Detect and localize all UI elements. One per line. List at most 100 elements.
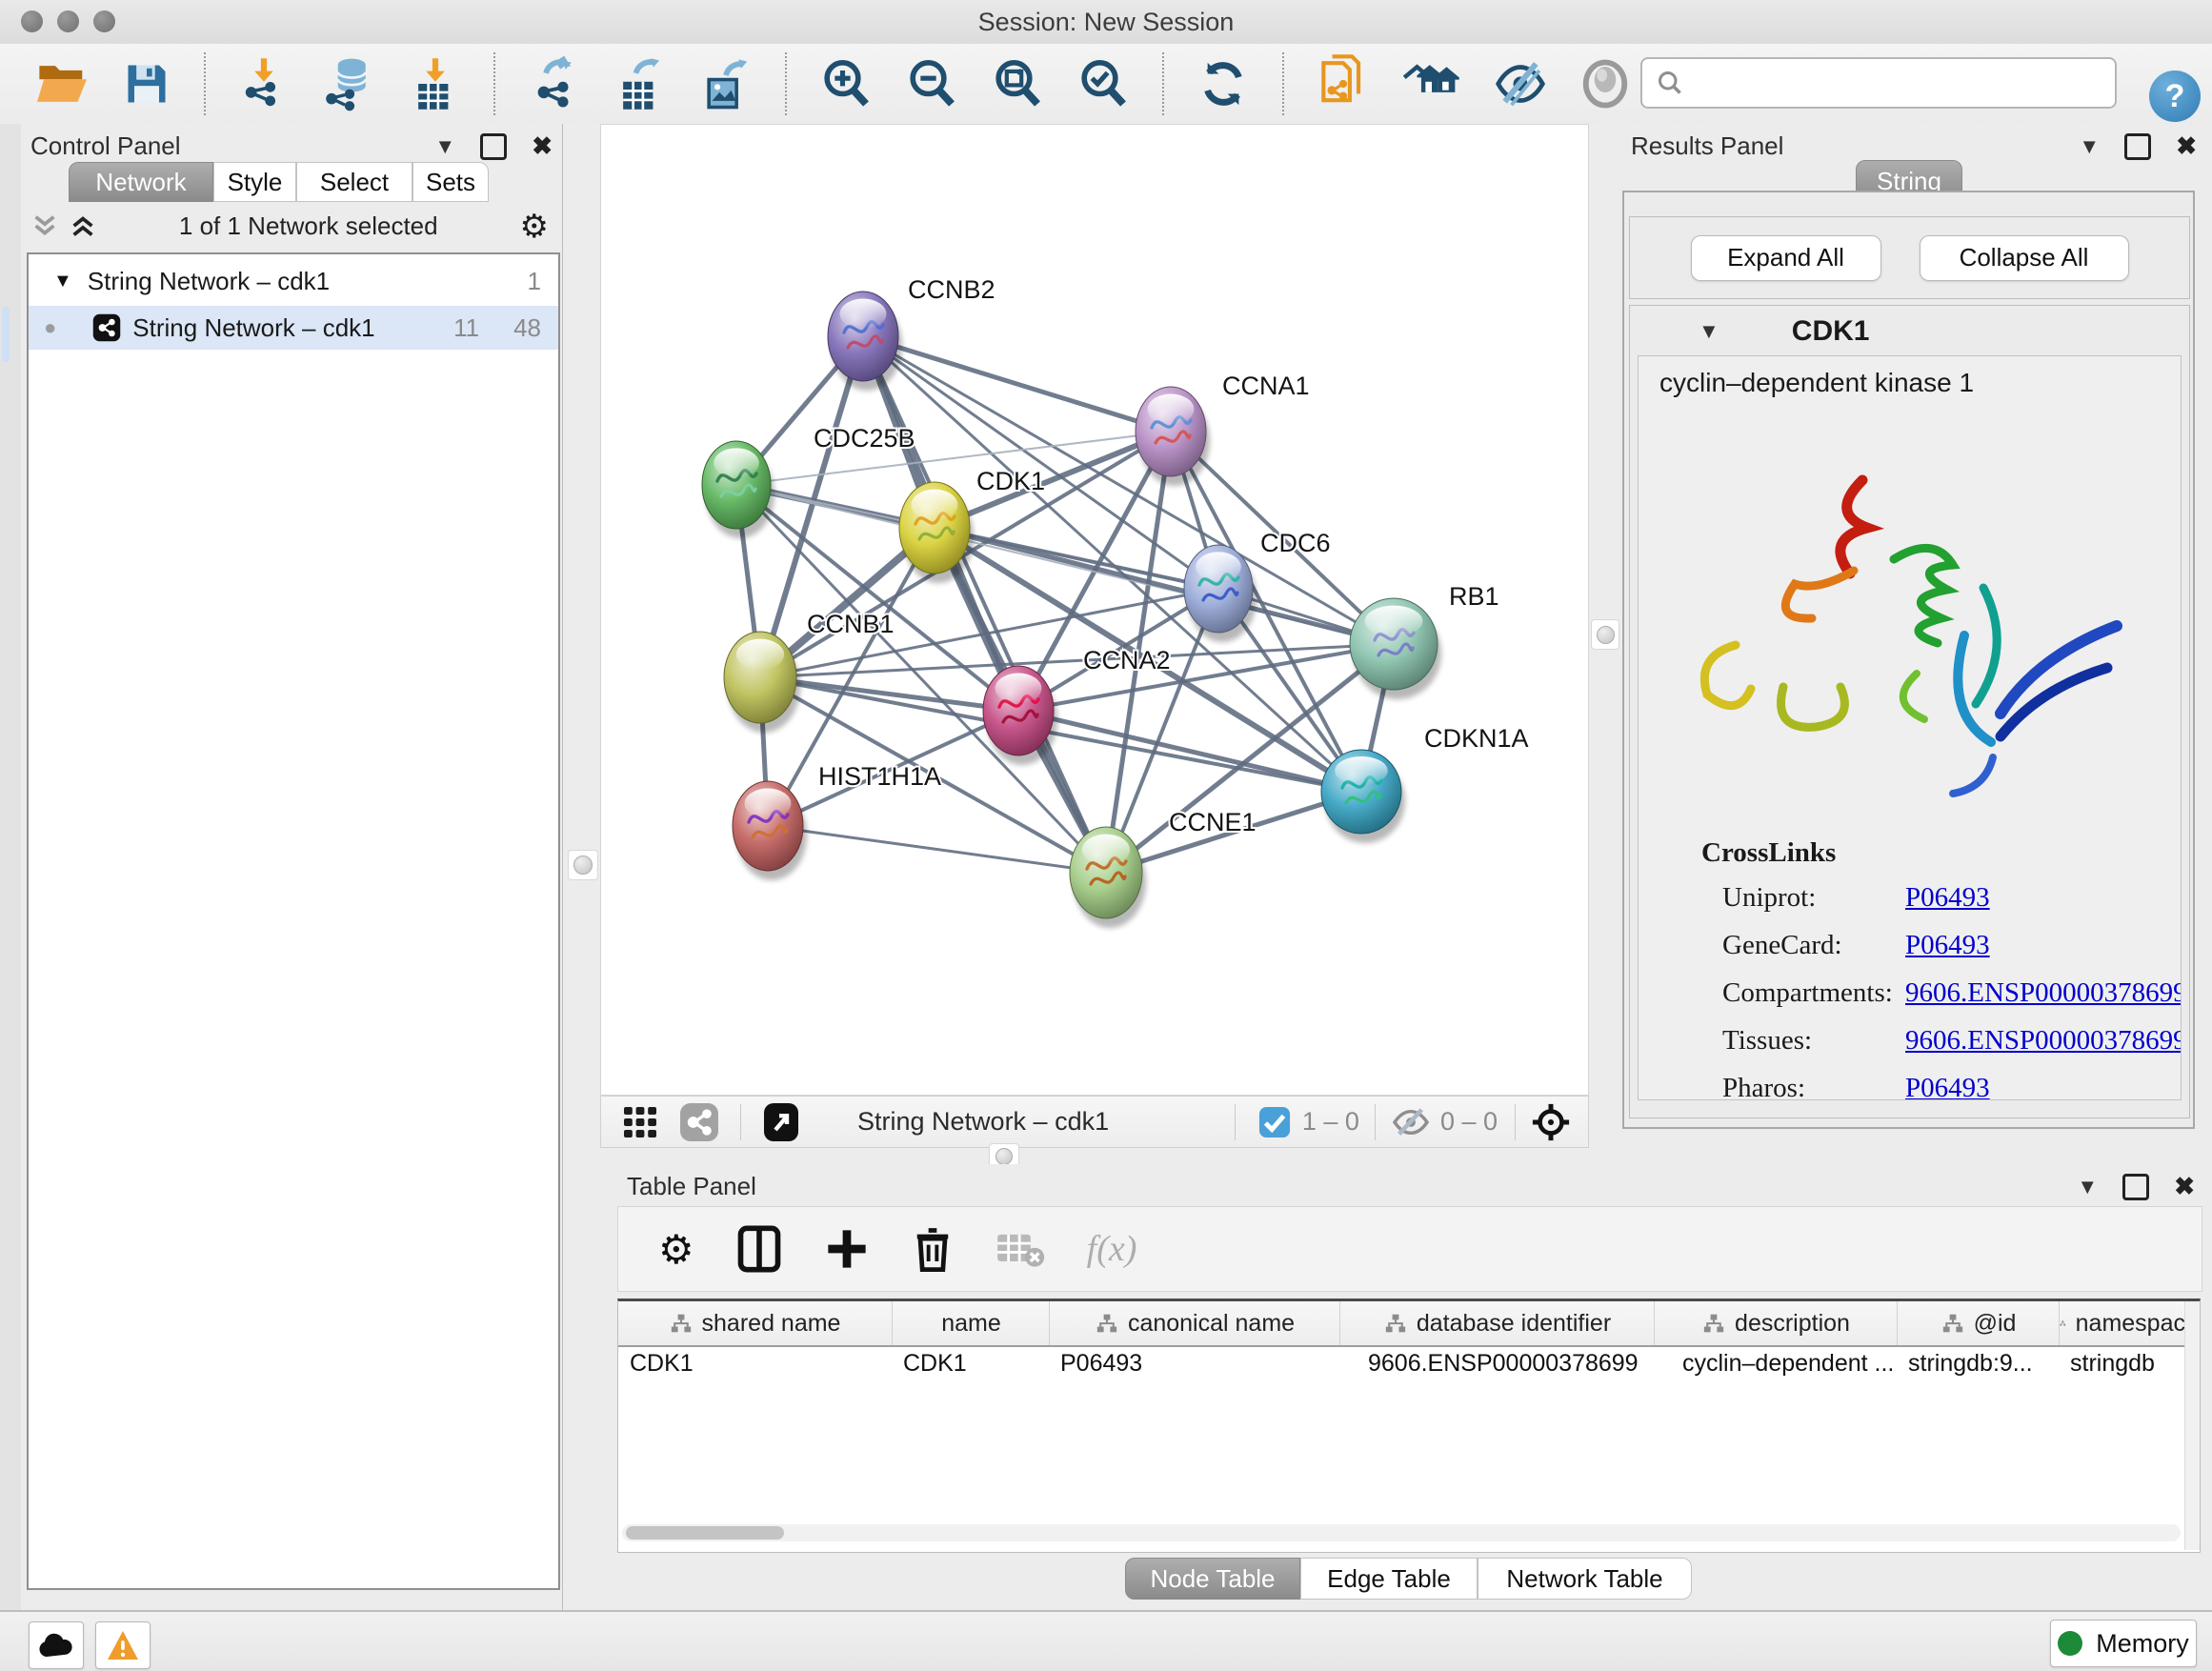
panel-close-icon[interactable]: ✖ <box>532 131 553 161</box>
network-tree-root-row[interactable]: ▼ String Network – cdk1 1 <box>29 260 558 302</box>
warning-button[interactable] <box>95 1621 151 1669</box>
crosslink-tissues[interactable]: 9606.ENSP00000378699 <box>1905 1025 2182 1057</box>
show-columns-icon[interactable] <box>736 1224 782 1274</box>
crosslinks-title: CrossLinks <box>1701 837 2182 869</box>
network-view[interactable]: CCNB2CCNA1CDC25BCDK1CDC6RB1CCNB1CCNA2CDK… <box>600 124 1589 1096</box>
expand-all-button[interactable]: Expand All <box>1691 235 1881 281</box>
tree-expand-icon[interactable]: ▼ <box>53 271 72 292</box>
add-column-icon[interactable] <box>824 1226 870 1272</box>
toolbar-divider <box>1515 1104 1516 1140</box>
network-collection-label: String Network – cdk1 <box>88 267 330 296</box>
tab-network[interactable]: Network <box>69 162 213 202</box>
tab-select[interactable]: Select <box>296 162 412 202</box>
network-options-gear-icon[interactable]: ⚙ <box>520 208 549 246</box>
home-networks-icon[interactable] <box>1402 58 1461 110</box>
vertical-splitter-right[interactable] <box>1589 124 1619 1148</box>
window-title: Session: New Session <box>0 8 2212 37</box>
horizontal-splitter[interactable] <box>600 1148 2212 1164</box>
splitter-handle[interactable] <box>1597 626 1615 644</box>
import-network-icon[interactable] <box>238 56 290 111</box>
node-label-CCNB2: CCNB2 <box>908 275 995 304</box>
panel-float-icon[interactable] <box>2122 1174 2149 1200</box>
tab-network-table[interactable]: Network Table <box>1478 1558 1692 1600</box>
network-node-CCNB2[interactable]: CCNB2 <box>828 275 995 391</box>
network-canvas[interactable]: CCNB2CCNA1CDC25BCDK1CDC6RB1CCNB1CCNA2CDK… <box>601 125 1590 1097</box>
network-node-CCNA1[interactable]: CCNA1 <box>1136 372 1310 486</box>
network-tree-child-row[interactable]: ● String Network – cdk1 11 48 <box>29 306 558 350</box>
vertical-scrollbar[interactable] <box>2184 1301 2200 1550</box>
hidden-eye-icon[interactable] <box>1391 1106 1431 1138</box>
search-input[interactable] <box>1684 63 2115 103</box>
results-panel: Results Panel ▼ ✖ String Expand All Coll… <box>1619 124 2212 1148</box>
edge-count: 48 <box>513 313 541 343</box>
save-session-icon[interactable] <box>122 59 171 109</box>
cloud-button[interactable] <box>29 1621 84 1669</box>
refresh-icon[interactable] <box>1196 57 1250 111</box>
crosslink-compartments[interactable]: 9606.ENSP00000378699 <box>1905 977 2182 1009</box>
node-label-HIST1H1A: HIST1H1A <box>818 762 941 791</box>
splitter-handle[interactable] <box>995 1148 1013 1165</box>
gene-name: CDK1 <box>1792 315 1870 348</box>
export-table-icon[interactable] <box>613 56 667 111</box>
horizontal-scrollbar[interactable] <box>622 1524 2181 1541</box>
tab-edge-table[interactable]: Edge Table <box>1300 1558 1478 1600</box>
control-panel: Control Panel ▼ ✖ Network Style Select S… <box>21 124 562 1610</box>
splitter-handle[interactable] <box>573 856 593 875</box>
node-label-CDK1: CDK1 <box>976 467 1045 495</box>
panel-collapse-icon[interactable]: ▼ <box>2079 134 2100 159</box>
zoom-selected-icon[interactable] <box>1076 57 1130 111</box>
control-panel-title: Control Panel <box>30 131 181 161</box>
crosslink-genecard[interactable]: P06493 <box>1905 930 2182 961</box>
table-row[interactable]: CDK1 CDK1 P06493 9606.ENSP00000378699 cy… <box>618 1345 2184 1381</box>
panel-float-icon[interactable] <box>480 133 507 160</box>
panel-collapse-icon[interactable]: ▼ <box>434 134 455 159</box>
delete-column-icon[interactable] <box>912 1224 954 1274</box>
hide-unhide-icon[interactable] <box>1494 59 1547 109</box>
import-database-icon[interactable] <box>322 56 377 111</box>
zoom-fit-icon[interactable] <box>991 57 1044 111</box>
birdseye-grid-icon[interactable] <box>622 1105 660 1139</box>
collapse-all-networks-icon[interactable] <box>30 211 59 242</box>
export-network-icon[interactable] <box>528 56 581 111</box>
help-icon: ? <box>2165 78 2185 115</box>
table-header-row[interactable]: shared name name canonical name database… <box>618 1301 2184 1347</box>
memory-button[interactable]: Memory <box>2050 1620 2197 1667</box>
search-box[interactable] <box>1640 57 2117 109</box>
import-table-icon[interactable] <box>410 56 461 111</box>
results-panel-title: Results Panel <box>1631 131 1783 161</box>
network-node-CDKN1A[interactable]: CDKN1A <box>1321 724 1529 843</box>
gene-collapse-icon[interactable]: ▼ <box>1699 319 1719 344</box>
hierarchy-icon <box>1941 1313 1964 1334</box>
open-session-icon[interactable] <box>34 59 90 109</box>
node-label-RB1: RB1 <box>1449 582 1499 611</box>
tab-sets[interactable]: Sets <box>412 162 489 202</box>
tab-node-table[interactable]: Node Table <box>1125 1558 1300 1600</box>
share-document-icon[interactable] <box>1317 54 1370 113</box>
scrollbar-thumb[interactable] <box>626 1526 784 1540</box>
open-in-window-icon[interactable] <box>762 1101 800 1143</box>
expand-all-networks-icon[interactable] <box>69 211 97 242</box>
crosslink-pharos[interactable]: P06493 <box>1905 1073 2182 1100</box>
help-button[interactable]: ? <box>2149 70 2201 122</box>
table-settings-gear-icon[interactable]: ⚙ <box>658 1226 694 1273</box>
crosslink-uniprot[interactable]: P06493 <box>1905 882 2182 914</box>
zoom-in-icon[interactable] <box>819 57 873 111</box>
fit-selected-crosshair-icon[interactable] <box>1531 1102 1571 1142</box>
toolbar-separator <box>1162 52 1164 115</box>
gene-description: cyclin–dependent kinase 1 <box>1659 368 2181 398</box>
vertical-splitter-left[interactable] <box>562 124 602 1610</box>
cell-namespace: stringdb <box>2059 1345 2184 1381</box>
panel-collapse-icon[interactable]: ▼ <box>2077 1175 2098 1199</box>
tab-style[interactable]: Style <box>213 162 296 202</box>
selected-checkbox-icon[interactable] <box>1258 1106 1291 1138</box>
collapse-all-button[interactable]: Collapse All <box>1920 235 2129 281</box>
export-image-icon[interactable] <box>699 56 753 111</box>
panel-close-icon[interactable]: ✖ <box>2174 1172 2195 1201</box>
panel-close-icon[interactable]: ✖ <box>2176 131 2197 161</box>
network-node-RB1[interactable]: RB1 <box>1350 582 1499 699</box>
zoom-out-icon[interactable] <box>905 57 958 111</box>
node-label-CDC6: CDC6 <box>1260 529 1331 557</box>
string-style-icon[interactable] <box>679 1102 719 1142</box>
table-panel-title: Table Panel <box>627 1172 756 1201</box>
panel-float-icon[interactable] <box>2124 133 2151 160</box>
